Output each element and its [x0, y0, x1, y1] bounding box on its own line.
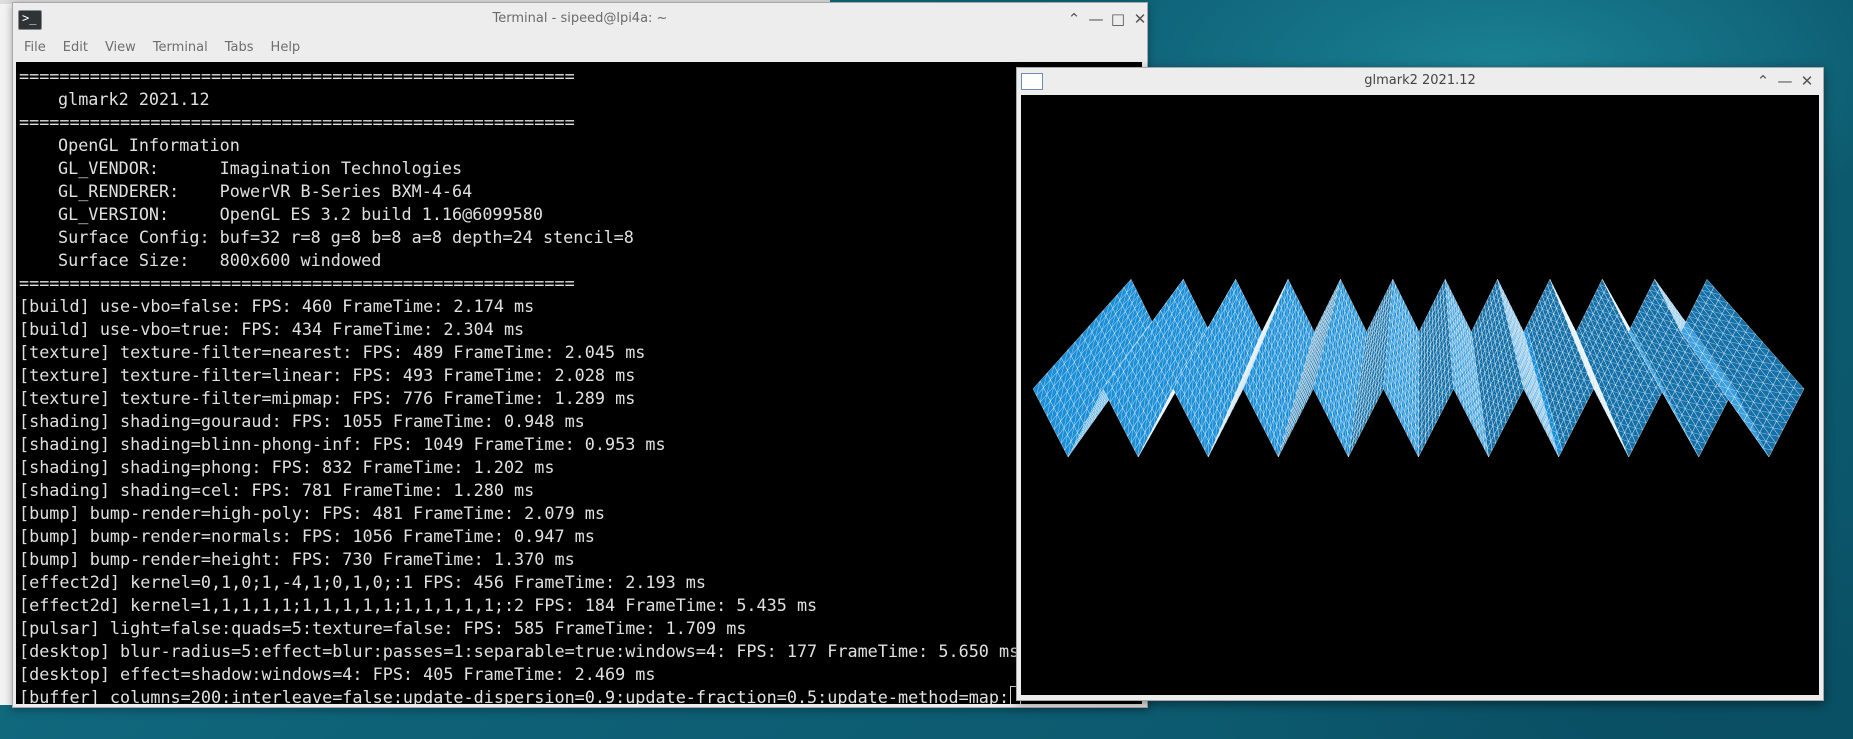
terminal-line: [shading] shading=cel: FPS: 781 FrameTim…: [19, 479, 1021, 502]
minimize-icon: —: [1088, 10, 1104, 28]
terminal-line-text: ========================================…: [19, 273, 575, 293]
terminal-line: ========================================…: [19, 272, 1021, 295]
terminal-line-text: [buffer] columns=200:interleave=false:up…: [19, 687, 1010, 704]
minimize-icon: —: [1777, 72, 1793, 90]
menu-file[interactable]: File: [18, 35, 52, 61]
terminal-line: [build] use-vbo=true: FPS: 434 FrameTime…: [19, 318, 1021, 341]
terminal-line-text: [texture] texture-filter=mipmap: FPS: 77…: [19, 388, 636, 408]
terminal-line: GL_VENDOR: Imagination Technologies: [19, 157, 1021, 180]
terminal-line-text: [bump] bump-render=high-poly: FPS: 481 F…: [19, 503, 605, 523]
terminal-line-text: [bump] bump-render=normals: FPS: 1056 Fr…: [19, 526, 595, 546]
glmark2-minimize-button[interactable]: —: [1775, 71, 1795, 91]
menu-view[interactable]: View: [99, 35, 142, 61]
terminal-line: [shading] shading=phong: FPS: 832 FrameT…: [19, 456, 1021, 479]
terminal-line: [bump] bump-render=height: FPS: 730 Fram…: [19, 548, 1021, 571]
glmark2-titlebar[interactable]: glmark2 2021.12 ⌃ — ✕: [1017, 68, 1823, 94]
terminal-line: ========================================…: [19, 65, 1021, 88]
mesh-group: [1032, 278, 1805, 458]
terminal-minimize-button[interactable]: —: [1086, 9, 1106, 29]
terminal-line: Surface Config: buf=32 r=8 g=8 b=8 a=8 d…: [19, 226, 1021, 249]
terminal-line: GL_RENDERER: PowerVR B-Series BXM-4-64: [19, 180, 1021, 203]
terminal-maximize-button[interactable]: □: [1108, 9, 1128, 29]
close-icon: ✕: [1133, 10, 1147, 28]
terminal-menubar: File Edit View Terminal Tabs Help: [13, 35, 1147, 61]
terminal-line-text: [texture] texture-filter=linear: FPS: 49…: [19, 365, 636, 385]
terminal-line-text: [desktop] blur-radius=5:effect=blur:pass…: [19, 641, 1020, 661]
terminal-line: OpenGL Information: [19, 134, 1021, 157]
terminal-line-text: Surface Size: 800x600 windowed: [58, 250, 382, 270]
glmark2-shade-button[interactable]: ⌃: [1753, 71, 1773, 91]
terminal-line: [effect2d] kernel=1,1,1,1,1;1,1,1,1,1;1,…: [19, 594, 1021, 617]
terminal-output-area[interactable]: ========================================…: [16, 62, 1142, 704]
terminal-line-text: [bump] bump-render=height: FPS: 730 Fram…: [19, 549, 575, 569]
glmark2-title: glmark2 2021.12: [1364, 73, 1476, 88]
terminal-shade-button[interactable]: ⌃: [1064, 9, 1084, 29]
terminal-line-text: OpenGL Information: [58, 135, 240, 155]
wave-mesh-render: [1032, 278, 1805, 458]
terminal-line-text: [build] use-vbo=false: FPS: 460 FrameTim…: [19, 296, 535, 316]
terminal-line-text: [build] use-vbo=true: FPS: 434 FrameTime…: [19, 319, 525, 339]
terminal-line: [pulsar] light=false:quads=5:texture=fal…: [19, 617, 1021, 640]
terminal-line-text: glmark2 2021.12: [58, 89, 210, 109]
terminal-line-text: [shading] shading=cel: FPS: 781 FrameTim…: [19, 480, 535, 500]
terminal-line: [effect2d] kernel=0,1,0;1,-4,1;0,1,0;:1 …: [19, 571, 1021, 594]
terminal-line-text: GL_RENDERER: PowerVR B-Series BXM-4-64: [58, 181, 473, 201]
menu-tabs[interactable]: Tabs: [219, 35, 260, 61]
terminal-line: [texture] texture-filter=linear: FPS: 49…: [19, 364, 1021, 387]
terminal-line: [texture] texture-filter=mipmap: FPS: 77…: [19, 387, 1021, 410]
terminal-close-button[interactable]: ✕: [1130, 9, 1150, 29]
terminal-line: GL_VERSION: OpenGL ES 3.2 build 1.16@609…: [19, 203, 1021, 226]
terminal-line-text: [effect2d] kernel=0,1,0;1,-4,1;0,1,0;:1 …: [19, 572, 707, 592]
terminal-line: glmark2 2021.12: [19, 88, 1021, 111]
terminal-line: ========================================…: [19, 111, 1021, 134]
terminal-line-text: ========================================…: [19, 66, 575, 86]
terminal-line-text: [texture] texture-filter=nearest: FPS: 4…: [19, 342, 646, 362]
terminal-line-text: [desktop] effect=shadow:windows=4: FPS: …: [19, 664, 656, 684]
maximize-icon: □: [1110, 10, 1126, 28]
glmark2-window[interactable]: glmark2 2021.12 ⌃ — ✕: [1016, 67, 1824, 701]
terminal-line: [desktop] effect=shadow:windows=4: FPS: …: [19, 663, 1021, 686]
terminal-line: [texture] texture-filter=nearest: FPS: 4…: [19, 341, 1021, 364]
terminal-line: [bump] bump-render=normals: FPS: 1056 Fr…: [19, 525, 1021, 548]
terminal-line: [shading] shading=blinn-phong-inf: FPS: …: [19, 433, 1021, 456]
terminal-line: [bump] bump-render=high-poly: FPS: 481 F…: [19, 502, 1021, 525]
chevron-up-icon: ⌃: [1067, 10, 1081, 28]
terminal-line: Surface Size: 800x600 windowed: [19, 249, 1021, 272]
terminal-line-text: GL_VENDOR: Imagination Technologies: [58, 158, 463, 178]
terminal-title: Terminal - sipeed@lpi4a: ~: [492, 11, 668, 26]
close-icon: ✕: [1800, 72, 1814, 90]
terminal-line: [desktop] blur-radius=5:effect=blur:pass…: [19, 640, 1021, 663]
chevron-up-icon: ⌃: [1756, 72, 1770, 90]
terminal-line-text: [shading] shading=blinn-phong-inf: FPS: …: [19, 434, 666, 454]
terminal-line-text: [shading] shading=gouraud: FPS: 1055 Fra…: [19, 411, 585, 431]
terminal-line-text: [shading] shading=phong: FPS: 832 FrameT…: [19, 457, 555, 477]
glmark2-render-canvas: [1021, 95, 1819, 695]
terminal-output: ========================================…: [19, 65, 1022, 704]
terminal-line: [build] use-vbo=false: FPS: 460 FrameTim…: [19, 295, 1021, 318]
terminal-line-text: [pulsar] light=false:quads=5:texture=fal…: [19, 618, 747, 638]
terminal-line-text: GL_VERSION: OpenGL ES 3.2 build 1.16@609…: [58, 204, 543, 224]
terminal-line: [buffer] columns=200:interleave=false:up…: [19, 686, 1022, 704]
menu-terminal[interactable]: Terminal: [147, 35, 214, 61]
terminal-titlebar[interactable]: >_ Terminal - sipeed@lpi4a: ~ ⌃ — □ ✕: [13, 3, 1147, 35]
menu-help[interactable]: Help: [265, 35, 307, 61]
terminal-line: [shading] shading=gouraud: FPS: 1055 Fra…: [19, 410, 1021, 433]
terminal-line-text: Surface Config: buf=32 r=8 g=8 b=8 a=8 d…: [58, 227, 634, 247]
terminal-line-text: ========================================…: [19, 112, 575, 132]
menu-edit[interactable]: Edit: [57, 35, 94, 61]
terminal-line-text: [effect2d] kernel=1,1,1,1,1;1,1,1,1,1;1,…: [19, 595, 818, 615]
glmark2-close-button[interactable]: ✕: [1797, 71, 1817, 91]
terminal-window[interactable]: >_ Terminal - sipeed@lpi4a: ~ ⌃ — □ ✕ Fi…: [12, 2, 1148, 708]
